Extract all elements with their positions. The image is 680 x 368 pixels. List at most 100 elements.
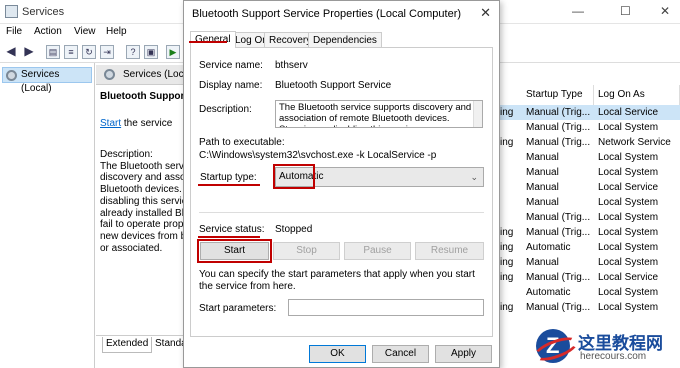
services-window-title: Services bbox=[22, 6, 65, 18]
description-line: fail to operate prop bbox=[100, 219, 184, 231]
startup-cell[interactable]: Manual bbox=[522, 255, 594, 270]
dialog-title: Bluetooth Support Service Properties (Lo… bbox=[192, 8, 462, 20]
menu-file[interactable]: File bbox=[6, 26, 22, 37]
watermark-logo-letter: Z bbox=[546, 333, 560, 358]
start-params-hint: You can specify the start parameters tha… bbox=[199, 269, 475, 292]
watermark-url: herecours.com bbox=[580, 351, 647, 362]
services-app-icon bbox=[5, 5, 18, 18]
console-tree-icon[interactable]: ▤ bbox=[46, 45, 60, 59]
logon-cell[interactable]: Local System bbox=[594, 255, 680, 270]
play-icon[interactable]: ▶ bbox=[166, 45, 180, 59]
startup-cell[interactable]: Manual bbox=[522, 150, 594, 165]
watermark-logo: Z bbox=[536, 329, 570, 363]
logon-cell[interactable]: Local System bbox=[594, 225, 680, 240]
forward-arrow-icon[interactable]: ▶ bbox=[22, 45, 36, 59]
logon-cell[interactable]: Local System bbox=[594, 300, 680, 315]
startup-cell[interactable]: Automatic bbox=[522, 240, 594, 255]
tree-item-label: Services (Local) bbox=[21, 69, 60, 94]
startup-type-value: Automatic bbox=[279, 171, 324, 182]
logon-cell[interactable]: Local Service bbox=[594, 105, 680, 120]
tree-item-services-local[interactable]: Services (Local) bbox=[2, 67, 92, 94]
description-line: The Bluetooth servi bbox=[100, 160, 186, 172]
log-on-as-column: Log On As Local Service Local System Net… bbox=[594, 85, 680, 315]
help-icon[interactable]: ? bbox=[126, 45, 140, 59]
start-button[interactable]: Start bbox=[200, 242, 269, 260]
list-view-icon[interactable]: ≡ bbox=[64, 45, 78, 59]
startup-cell[interactable]: Manual (Trig... bbox=[522, 105, 594, 120]
display-name-label: Display name: bbox=[199, 80, 263, 91]
start-params-label: Start parameters: bbox=[199, 303, 277, 314]
cancel-button[interactable]: Cancel bbox=[372, 345, 429, 363]
properties-icon[interactable]: ▣ bbox=[144, 45, 158, 59]
menu-help[interactable]: Help bbox=[106, 26, 127, 37]
start-service-link[interactable]: Start bbox=[100, 118, 121, 129]
logon-cell[interactable]: Local System bbox=[594, 150, 680, 165]
back-arrow-icon[interactable]: ◀ bbox=[4, 45, 18, 59]
logon-cell[interactable]: Local System bbox=[594, 195, 680, 210]
service-status-label: Service status: bbox=[199, 224, 265, 235]
export-icon[interactable]: ⇥ bbox=[100, 45, 114, 59]
gear-icon bbox=[104, 69, 115, 80]
description-pane: Bluetooth Support Start the service Desc… bbox=[96, 85, 186, 335]
logon-cell[interactable]: Network Service bbox=[594, 135, 680, 150]
general-tab-highlight bbox=[189, 41, 227, 43]
maximize-icon[interactable]: ☐ bbox=[620, 4, 631, 18]
logon-cell[interactable]: Local System bbox=[594, 120, 680, 135]
resume-button[interactable]: Resume bbox=[415, 242, 484, 260]
logon-cell[interactable]: Local Service bbox=[594, 270, 680, 285]
tab-general[interactable]: General bbox=[190, 31, 236, 48]
description-line: Bluetooth devices. bbox=[100, 184, 182, 196]
description-line: new devices from b bbox=[100, 230, 186, 242]
startup-type-select[interactable]: Automatic ⌄ bbox=[275, 167, 484, 187]
dialog-close-icon[interactable]: ✕ bbox=[480, 5, 491, 21]
logon-cell[interactable]: Local System bbox=[594, 285, 680, 300]
minimize-icon[interactable]: — bbox=[572, 4, 584, 18]
divider bbox=[199, 212, 484, 213]
column-header-startup-type[interactable]: Startup Type bbox=[522, 85, 594, 105]
apply-button[interactable]: Apply bbox=[435, 345, 492, 363]
service-status-highlight bbox=[198, 236, 260, 238]
startup-cell[interactable]: Manual bbox=[522, 165, 594, 180]
service-name-value: bthserv bbox=[275, 60, 308, 71]
service-status-value: Stopped bbox=[275, 224, 313, 235]
startup-cell[interactable]: Manual (Trig... bbox=[522, 135, 594, 150]
path-label: Path to executable: bbox=[199, 137, 285, 148]
refresh-icon[interactable]: ↻ bbox=[82, 45, 96, 59]
menu-action[interactable]: Action bbox=[34, 26, 62, 37]
path-value: C:\Windows\system32\svchost.exe -k Local… bbox=[199, 150, 437, 161]
startup-cell[interactable]: Manual (Trig... bbox=[522, 270, 594, 285]
logon-cell[interactable]: Local System bbox=[594, 165, 680, 180]
startup-cell[interactable]: Manual (Trig... bbox=[522, 120, 594, 135]
services-header-label: Services (Local) bbox=[123, 69, 186, 80]
startup-cell[interactable]: Automatic bbox=[522, 285, 594, 300]
ok-button[interactable]: OK bbox=[309, 345, 366, 363]
startup-cell[interactable]: Manual bbox=[522, 195, 594, 210]
description-scrollbar[interactable] bbox=[473, 101, 482, 127]
stop-button[interactable]: Stop bbox=[273, 242, 340, 260]
pause-button[interactable]: Pause bbox=[344, 242, 411, 260]
description-line: discovery and asso bbox=[100, 172, 186, 184]
selected-service-title: Bluetooth Support bbox=[100, 91, 186, 102]
logon-cell[interactable]: Local System bbox=[594, 240, 680, 255]
description-box[interactable]: The Bluetooth service supports discovery… bbox=[275, 100, 483, 128]
startup-cell[interactable]: Manual (Trig... bbox=[522, 225, 594, 240]
startup-cell[interactable]: Manual bbox=[522, 180, 594, 195]
display-name-value: Bluetooth Support Service bbox=[275, 80, 392, 91]
startup-cell[interactable]: Manual (Trig... bbox=[522, 210, 594, 225]
properties-dialog: Bluetooth Support Service Properties (Lo… bbox=[183, 0, 500, 368]
menu-view[interactable]: View bbox=[74, 26, 96, 37]
logon-cell[interactable]: Local System bbox=[594, 210, 680, 225]
tab-dependencies[interactable]: Dependencies bbox=[308, 32, 382, 48]
chevron-down-icon: ⌄ bbox=[470, 172, 478, 182]
column-header-log-on-as[interactable]: Log On As bbox=[594, 85, 680, 105]
tab-extended[interactable]: Extended bbox=[102, 337, 153, 353]
general-tab-panel: Service name: bthserv Display name: Blue… bbox=[190, 47, 493, 337]
close-icon[interactable]: ✕ bbox=[660, 4, 670, 18]
service-name-label: Service name: bbox=[199, 60, 263, 71]
startup-type-column: Startup Type Manual (Trig... Manual (Tri… bbox=[522, 85, 594, 315]
description-line: or associated. bbox=[100, 242, 163, 254]
startup-cell[interactable]: Manual (Trig... bbox=[522, 300, 594, 315]
description-label: Description: bbox=[199, 104, 252, 115]
logon-cell[interactable]: Local Service bbox=[594, 180, 680, 195]
start-params-input[interactable] bbox=[288, 299, 484, 316]
